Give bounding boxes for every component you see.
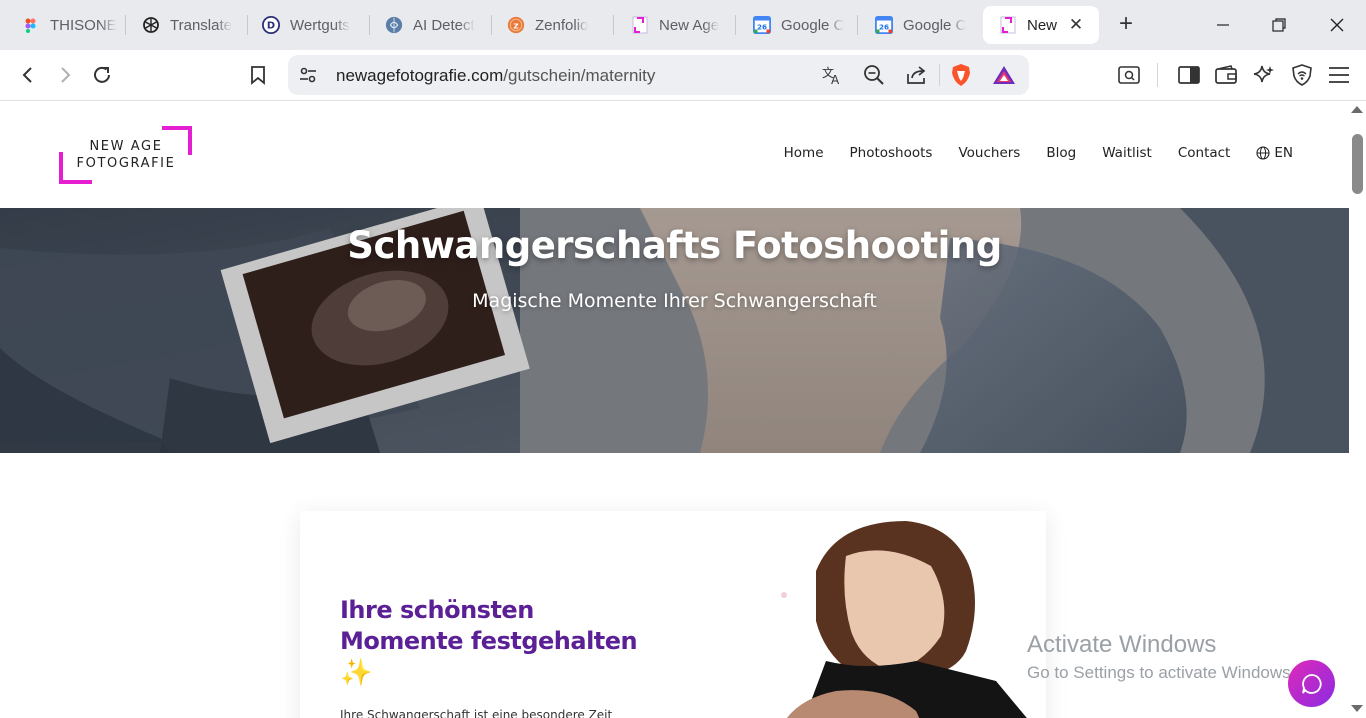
tab-label: THISONE [50,16,117,34]
restore-icon[interactable] [1266,12,1292,38]
logo-text: NEW AGE FOTOGRAFIE [58,138,194,172]
brave-shield-icon[interactable] [950,63,972,92]
google-calendar-icon: 26 [753,16,771,34]
sparkles-icon: ✨ [340,658,373,688]
tab-zenfolio[interactable]: Z Zenfolio [491,6,613,44]
intro-card: Ihre schönsten Momente festgehalten ✨ Ih… [300,511,1046,718]
scroll-down-arrow-icon[interactable] [1351,705,1363,712]
zenfolio-icon: Z [507,16,525,34]
wallet-icon[interactable] [1213,62,1239,88]
tab-ai-detect[interactable]: AI Detect [369,6,491,44]
translate-icon[interactable]: 文A [821,64,843,91]
web-page: NEW AGE FOTOGRAFIE Home Photoshoots Vouc… [0,101,1349,718]
svg-text:Z: Z [513,21,518,30]
tab-new-active[interactable]: New ✕ [983,6,1099,44]
tab-label: Google C [903,16,967,34]
svg-text:26: 26 [879,23,889,32]
tab-wertguts[interactable]: D Wertguts [247,6,369,44]
scroll-up-arrow-icon[interactable] [1351,106,1363,113]
site-logo[interactable]: NEW AGE FOTOGRAFIE [58,125,194,185]
language-label: EN [1274,145,1293,161]
screenshot-search-icon[interactable] [1116,62,1142,88]
tab-new-age[interactable]: New Age [613,6,735,44]
windows-activation-watermark: Activate Windows Go to Settings to activ… [1027,631,1295,683]
hero-title: Schwangerschafts Fotoshooting [347,224,1002,267]
watermark-subtitle: Go to Settings to activate Windows. [1027,663,1296,682]
brave-rewards-icon[interactable] [992,65,1016,90]
reload-icon[interactable] [89,62,115,88]
language-switcher[interactable]: EN [1256,145,1293,161]
new-tab-button[interactable]: + [1113,12,1139,38]
back-icon[interactable] [15,62,41,88]
watermark-title: Activate Windows [1027,631,1217,658]
url-path: /gutschein/maternity [503,66,656,85]
nav-home[interactable]: Home [784,145,824,161]
chat-widget-button[interactable] [1288,660,1335,707]
url-text[interactable]: newagefotografie.com/gutschein/maternity [336,66,655,86]
vpn-shield-icon[interactable] [1289,62,1315,88]
newage-favicon [999,16,1017,34]
logo-line-1: NEW AGE [89,139,163,154]
chat-bubble-icon [1301,673,1322,694]
tab-label: New [1027,16,1058,34]
forward-icon[interactable] [52,62,78,88]
sidebar-icon[interactable] [1176,62,1202,88]
tab-label: New Age [659,16,720,34]
zoom-icon[interactable] [863,64,885,91]
bookmark-icon[interactable] [245,62,271,88]
close-window-icon[interactable] [1324,12,1350,38]
minimize-icon[interactable] [1210,12,1236,38]
tab-label: Google C [781,16,845,34]
newage-favicon [631,16,649,34]
leo-ai-icon[interactable] [1251,62,1277,88]
svg-text:26: 26 [757,23,767,32]
d-letter-icon: D [262,16,280,34]
openai-icon [142,16,160,34]
browser-toolbar: newagefotografie.com/gutschein/maternity… [0,50,1366,101]
globe-icon [1256,146,1270,160]
tab-strip: THISONE Translate D Wertguts AI Detect Z… [0,0,1366,50]
nav-photoshoots[interactable]: Photoshoots [850,145,933,161]
main-navigation: Home Photoshoots Vouchers Blog Waitlist … [758,145,1293,161]
tab-label: AI Detect [413,16,475,34]
nav-waitlist[interactable]: Waitlist [1102,145,1152,161]
share-icon[interactable] [905,64,927,91]
url-domain: newagefotografie.com [336,66,504,85]
nav-vouchers[interactable]: Vouchers [958,145,1020,161]
svg-text:A: A [831,73,840,86]
tab-label: Zenfolio [535,16,589,34]
nav-blog[interactable]: Blog [1046,145,1076,161]
nav-contact[interactable]: Contact [1178,145,1231,161]
menu-icon[interactable] [1326,62,1352,88]
tab-label: Wertguts [290,16,350,34]
hero-banner: Schwangerschafts Fotoshooting Magische M… [0,208,1349,453]
close-tab-icon[interactable]: ✕ [1067,15,1085,35]
hero-subtitle: Magische Momente Ihrer Schwangerschaft [472,290,877,312]
tab-translate[interactable]: Translate [125,6,247,44]
address-bar[interactable]: newagefotografie.com/gutschein/maternity… [288,55,1029,95]
google-calendar-icon: 26 [875,16,893,34]
tab-google-calendar-2[interactable]: 26 Google C [857,6,979,44]
tab-google-calendar-1[interactable]: 26 Google C [735,6,857,44]
brain-icon [385,16,403,34]
card-heading: Ihre schönsten Momente festgehalten [340,596,638,655]
svg-text:D: D [267,21,275,32]
figma-icon [22,16,40,34]
maternity-photo [776,521,1027,718]
card-text: Ihre Schwangerschaft ist eine besondere … [340,708,613,718]
site-settings-icon[interactable] [298,65,318,90]
scrollbar-thumb[interactable] [1352,134,1363,194]
logo-line-2: FOTOGRAFIE [76,156,176,171]
tab-thisone[interactable]: THISONE [0,6,125,44]
tab-label: Translate [170,16,232,34]
